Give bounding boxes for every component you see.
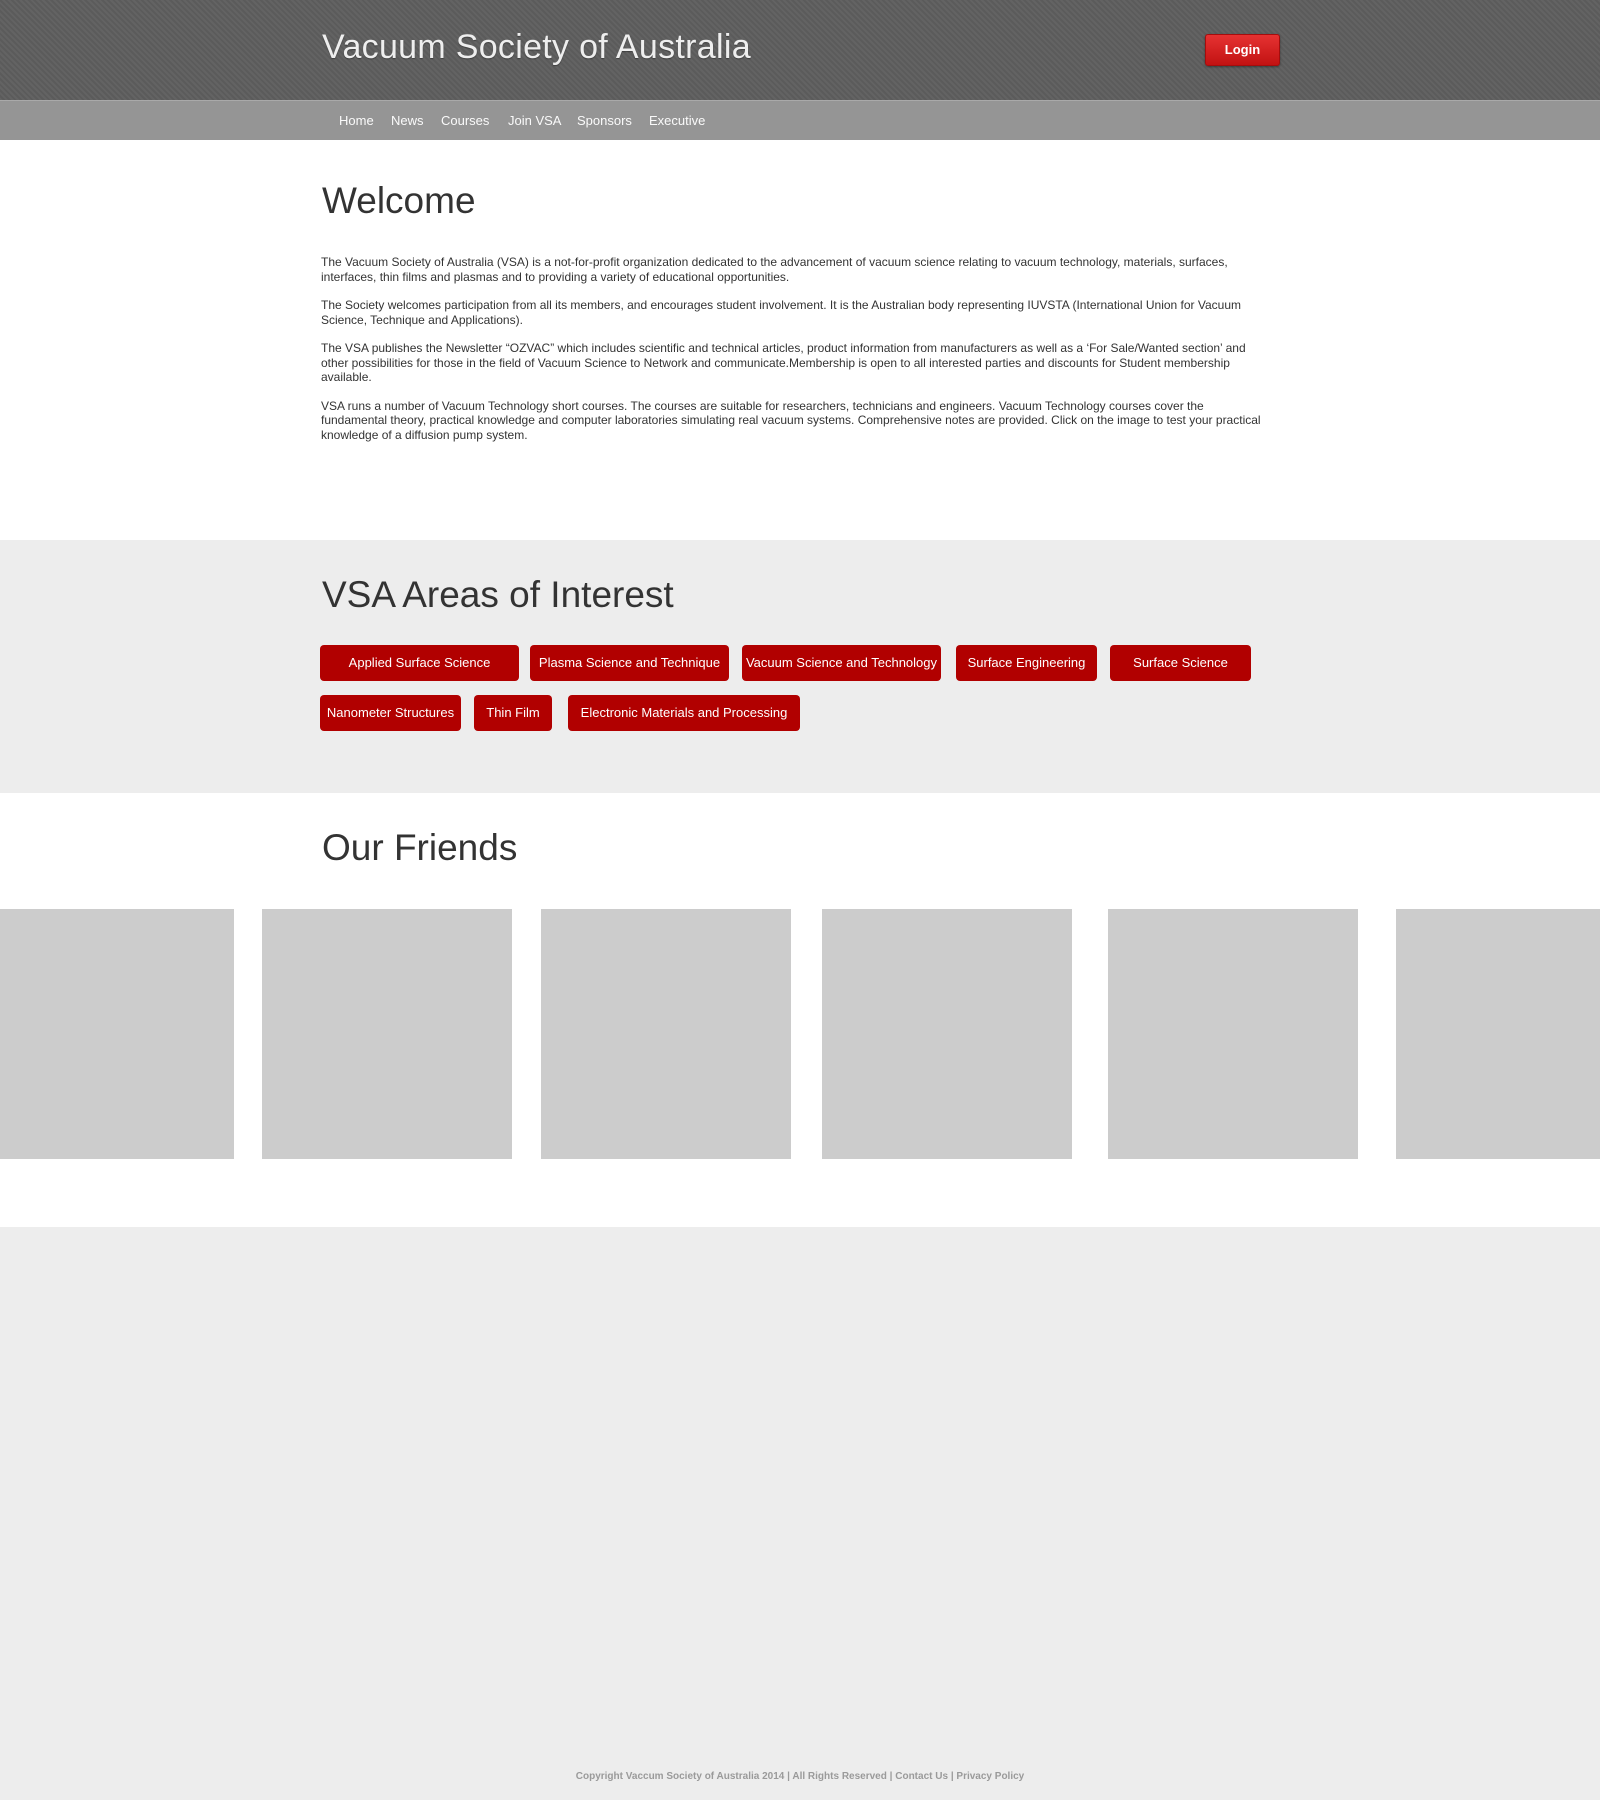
friend-logo-placeholder[interactable]: [1396, 909, 1600, 1159]
nav-item-sponsors[interactable]: Sponsors: [577, 113, 632, 128]
friends-heading: Our Friends: [322, 827, 518, 868]
footer-privacy-link[interactable]: Privacy Policy: [956, 1771, 1024, 1782]
footer-rights: All Rights Reserved: [792, 1771, 887, 1782]
footer-separator: |: [787, 1771, 790, 1782]
friend-logo-placeholder[interactable]: [262, 909, 512, 1159]
areas-heading: VSA Areas of Interest: [322, 574, 674, 615]
login-button[interactable]: Login: [1205, 34, 1280, 66]
welcome-section: Welcome The Vacuum Society of Australia …: [0, 140, 1600, 540]
nav-item-join-vsa[interactable]: Join VSA: [508, 113, 561, 128]
tag-surface-engineering[interactable]: Surface Engineering: [956, 645, 1097, 681]
nav-item-courses[interactable]: Courses: [441, 113, 489, 128]
welcome-heading: Welcome: [322, 180, 476, 221]
friend-logo-placeholder[interactable]: [0, 909, 234, 1159]
nav-item-executive[interactable]: Executive: [649, 113, 705, 128]
tag-plasma-science-and-technique[interactable]: Plasma Science and Technique: [530, 645, 729, 681]
areas-of-interest-section: VSA Areas of Interest Applied Surface Sc…: [0, 540, 1600, 793]
tag-applied-surface-science[interactable]: Applied Surface Science: [320, 645, 519, 681]
welcome-paragraph: The VSA publishes the Newsletter “OZVAC”…: [321, 341, 1246, 384]
main-nav: Home News Courses Join VSA Sponsors Exec…: [0, 100, 1600, 140]
tag-surface-science[interactable]: Surface Science: [1110, 645, 1251, 681]
nav-item-home[interactable]: Home: [339, 113, 374, 128]
welcome-paragraph: The Vacuum Society of Australia (VSA) is…: [321, 255, 1228, 284]
tag-thin-film[interactable]: Thin Film: [474, 695, 552, 731]
tag-electronic-materials-and-processing[interactable]: Electronic Materials and Processing: [568, 695, 800, 731]
nav-item-news[interactable]: News: [391, 113, 424, 128]
footer-copyright: Copyright Vaccum Society of Australia 20…: [575, 1771, 785, 1782]
friends-section: Our Friends: [0, 793, 1600, 1227]
tag-nanometer-structures[interactable]: Nanometer Structures: [320, 695, 461, 731]
site-header: Vacuum Society of Australia Login: [0, 0, 1600, 100]
footer-contact-link[interactable]: Contact Us: [895, 1771, 948, 1782]
welcome-text: The Vacuum Society of Australia (VSA) is…: [321, 255, 1266, 456]
friend-logo-placeholder[interactable]: [541, 909, 791, 1159]
friend-logo-placeholder[interactable]: [1108, 909, 1358, 1159]
tag-vacuum-science-and-technology[interactable]: Vacuum Science and Technology: [742, 645, 941, 681]
footer-separator: |: [889, 1771, 893, 1782]
site-title[interactable]: Vacuum Society of Australia: [322, 28, 751, 67]
friend-logo-placeholder[interactable]: [822, 909, 1072, 1159]
welcome-paragraph: VSA runs a number of Vacuum Technology s…: [321, 398, 1261, 442]
welcome-paragraph: The Society welcomes participation from …: [321, 298, 1242, 327]
footer-separator: |: [950, 1771, 954, 1782]
site-footer: Copyright Vaccum Society of Australia 20…: [0, 1771, 1600, 1782]
